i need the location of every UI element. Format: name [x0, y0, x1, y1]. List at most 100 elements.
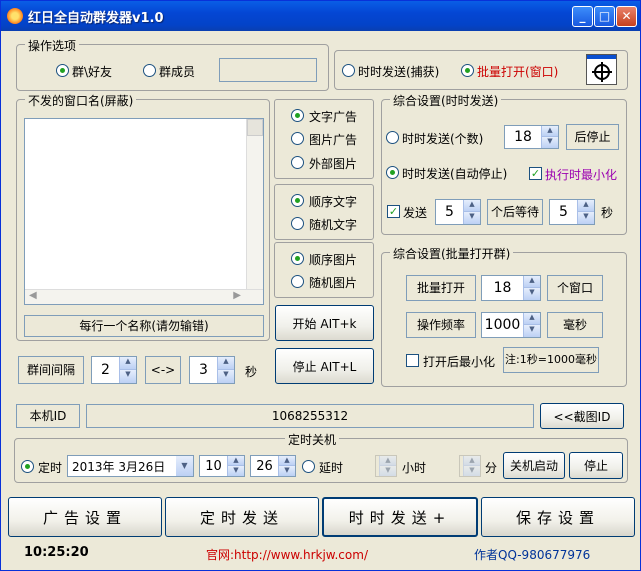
interval-min-value: 2 — [101, 362, 110, 378]
timed-radio[interactable] — [21, 460, 34, 473]
windows-label: 个窗口 — [547, 275, 603, 301]
timed-label: 定时 — [38, 461, 63, 475]
delay-label: 延时 — [319, 461, 344, 475]
interval-max-value: 3 — [199, 362, 208, 378]
delay-minute-spinner[interactable]: ▲ ▼ — [459, 455, 481, 477]
wait-spinner[interactable]: 5 ▲ ▼ — [549, 199, 595, 225]
spin-down-icon[interactable]: ▼ — [463, 466, 480, 476]
realtime-group-title: 综合设置(时时发送) — [390, 92, 502, 109]
text-ad-radio[interactable] — [291, 109, 304, 122]
spin-down-icon[interactable]: ▼ — [577, 212, 594, 224]
blocked-hint: 每行一个名称(请勿输错) — [24, 315, 264, 337]
delay-radio[interactable] — [302, 460, 315, 473]
machine-id-value: 1068255312 — [86, 404, 534, 428]
send-count-spinner[interactable]: 5 ▲ ▼ — [435, 199, 481, 225]
batch-open-radio[interactable] — [461, 64, 474, 77]
send-checkbox[interactable]: ✓ — [387, 205, 400, 218]
interval-max-spinner[interactable]: 3 ▲ ▼ — [189, 356, 235, 384]
spin-up-icon[interactable]: ▲ — [278, 456, 295, 466]
tab-save-settings[interactable]: 保存设置 — [481, 497, 635, 537]
friends-radio[interactable] — [56, 64, 69, 77]
stop-button[interactable]: 停止 AIT+L — [275, 348, 374, 384]
freq-label: 操作频率 — [406, 312, 476, 338]
seq-image-radio[interactable] — [291, 252, 304, 265]
interval-unit: 秒 — [245, 365, 258, 379]
image-ad-radio[interactable] — [291, 132, 304, 145]
rand-image-radio[interactable] — [291, 275, 304, 288]
count-mode-radio[interactable] — [386, 131, 399, 144]
spin-up-icon[interactable]: ▲ — [227, 456, 244, 466]
rand-image-label: 随机图片 — [309, 276, 358, 290]
open-count-spinner[interactable]: 18 ▲ ▼ — [481, 275, 541, 301]
spin-down-icon[interactable]: ▼ — [523, 325, 540, 337]
minute-spinner[interactable]: 26 ▲ ▼ — [250, 455, 296, 477]
spin-up-icon[interactable]: ▲ — [523, 313, 540, 325]
tab-timed-send[interactable]: 定时发送 — [165, 497, 319, 537]
title-bar[interactable]: 红日全自动群发器v1.0 _ □ ✕ — [1, 1, 640, 31]
spin-down-icon[interactable]: ▼ — [541, 137, 558, 148]
date-picker[interactable]: 2013年 3月26日 ▼ — [67, 455, 194, 477]
main-window: 红日全自动群发器v1.0 _ □ ✕ 操作选项 群\好友 群成员 时时发送(捕获… — [0, 0, 641, 571]
members-radio[interactable] — [143, 64, 156, 77]
window-title: 红日全自动群发器v1.0 — [28, 11, 164, 26]
delay-hour-spinner[interactable]: ▲ ▼ — [375, 455, 397, 477]
spin-down-icon[interactable]: ▼ — [278, 466, 295, 476]
spin-up-icon[interactable]: ▲ — [523, 276, 540, 288]
spin-down-icon[interactable]: ▼ — [119, 370, 136, 383]
seq-text-label: 顺序文字 — [309, 195, 358, 209]
maximize-button[interactable]: □ — [594, 6, 615, 27]
dropdown-arrow-icon[interactable]: ▼ — [176, 456, 193, 476]
hour-unit: 小时 — [402, 461, 427, 475]
date-value: 2013年 3月26日 — [72, 460, 166, 474]
spin-up-icon[interactable]: ▲ — [577, 200, 594, 212]
spin-down-icon[interactable]: ▼ — [523, 288, 540, 300]
batch-open-label2: 批量打开 — [406, 275, 476, 301]
tab-realtime-send[interactable]: 时时发送+ — [322, 497, 478, 537]
interval-min-spinner[interactable]: 2 ▲ ▼ — [91, 356, 137, 384]
shutdown-start-button[interactable]: 关机启动 — [503, 452, 565, 479]
rand-text-radio[interactable] — [291, 217, 304, 230]
min-after-label: 打开后最小化 — [423, 355, 496, 369]
external-image-radio[interactable] — [291, 156, 304, 169]
send-capture-radio[interactable] — [342, 64, 355, 77]
image-ad-label: 图片广告 — [309, 133, 358, 147]
spin-up-icon[interactable]: ▲ — [463, 456, 480, 466]
spin-down-icon[interactable]: ▼ — [217, 370, 234, 383]
machine-id-label: 本机ID — [16, 404, 80, 428]
auto-stop-radio[interactable] — [386, 166, 399, 179]
spin-up-icon[interactable]: ▲ — [463, 200, 480, 212]
min-after-checkbox[interactable] — [406, 354, 419, 367]
tab-ad-settings[interactable]: 广告设置 — [8, 497, 162, 537]
start-button[interactable]: 开始 AIT+k — [275, 305, 374, 341]
seq-image-label: 顺序图片 — [309, 253, 358, 267]
minute-unit: 分 — [485, 461, 498, 475]
close-button[interactable]: ✕ — [616, 6, 637, 27]
freq-spinner[interactable]: 1000 ▲ ▼ — [481, 312, 541, 338]
interval-separator: <-> — [145, 356, 181, 384]
spin-up-icon[interactable]: ▲ — [119, 357, 136, 370]
spin-up-icon[interactable]: ▲ — [217, 357, 234, 370]
target-icon[interactable] — [586, 54, 617, 85]
shutdown-stop-button[interactable]: 停止 — [569, 452, 623, 479]
spin-down-icon[interactable]: ▼ — [227, 466, 244, 476]
hour-spinner[interactable]: 10 ▲ ▼ — [199, 455, 245, 477]
website-link[interactable]: 官网:http://www.hrkjw.com/ — [206, 546, 368, 563]
spin-up-icon[interactable]: ▲ — [379, 456, 396, 466]
count-spinner[interactable]: 18 ▲ ▼ — [504, 125, 559, 149]
text-ad-label: 文字广告 — [309, 110, 358, 124]
capture-id-button[interactable]: <<截图ID — [540, 403, 624, 429]
minute-value: 26 — [256, 458, 273, 474]
horizontal-scrollbar[interactable]: ◀ ▶ — [25, 289, 263, 304]
spin-down-icon[interactable]: ▼ — [379, 466, 396, 476]
shutdown-title: 定时关机 — [285, 431, 340, 448]
external-image-label: 外部图片 — [309, 157, 358, 171]
blocked-names-textarea[interactable]: ◀ ▶ — [24, 118, 264, 305]
wait-unit: 秒 — [601, 206, 614, 220]
clock: 10:25:20 — [24, 545, 89, 560]
seq-text-radio[interactable] — [291, 194, 304, 207]
minimize-button[interactable]: _ — [572, 6, 593, 27]
spin-up-icon[interactable]: ▲ — [541, 126, 558, 137]
vertical-scrollbar[interactable] — [246, 119, 263, 291]
minimize-checkbox[interactable]: ✓ — [529, 167, 542, 180]
spin-down-icon[interactable]: ▼ — [463, 212, 480, 224]
